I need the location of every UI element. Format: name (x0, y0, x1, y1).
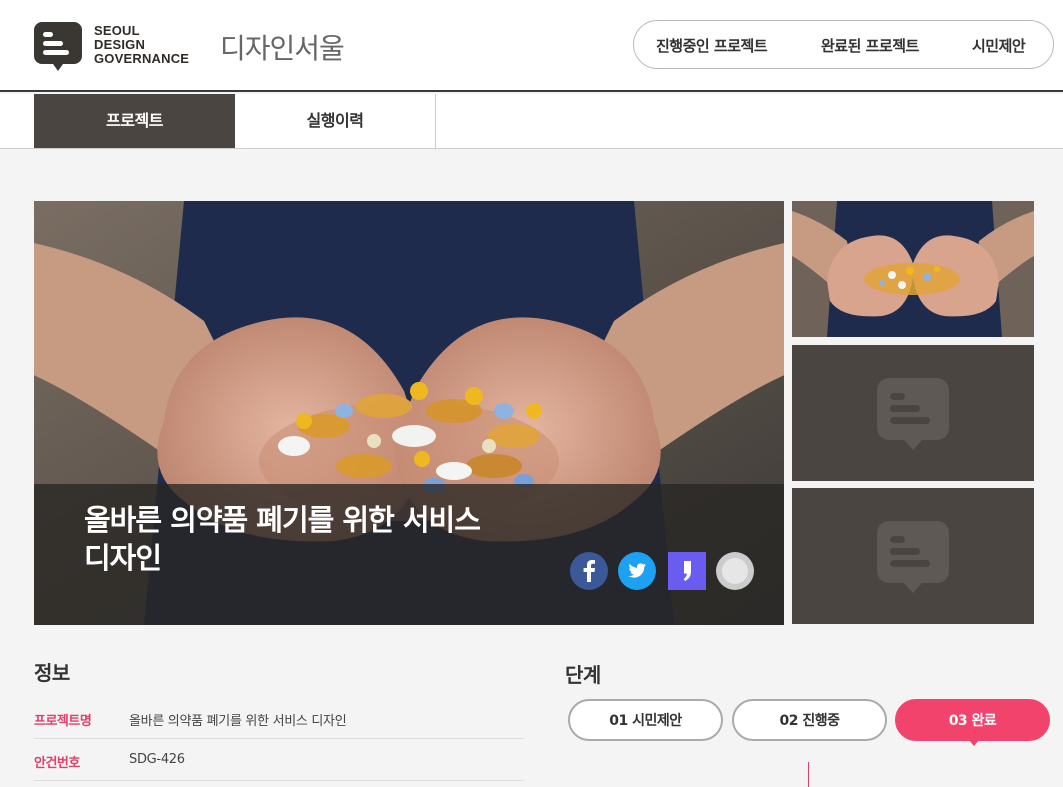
thumbnail-photo (792, 201, 1034, 337)
stage-completed[interactable]: 03 완료 (895, 699, 1050, 741)
sub-tabs: 프로젝트 실행이력 (0, 94, 1063, 149)
placeholder-logo-icon (877, 521, 949, 593)
tab-project[interactable]: 프로젝트 (34, 94, 235, 148)
link-icon[interactable] (716, 552, 754, 590)
stage-pointer (968, 739, 980, 746)
logo-line-1: SEOUL (94, 23, 140, 38)
thumbnail-3[interactable] (792, 488, 1034, 624)
logo-icon[interactable] (34, 22, 82, 72)
timeline-line (808, 762, 809, 787)
nav-ongoing-projects[interactable]: 진행중인 프로젝트 (656, 35, 768, 56)
logo-text[interactable]: SEOUL DESIGN GOVERNANCE (94, 24, 189, 66)
info-heading: 정보 (34, 661, 70, 685)
hero-title: 올바른 의약품 폐기를 위한 서비스 디자인 (84, 503, 481, 575)
nav-citizen-proposal[interactable]: 시민제안 (972, 35, 1026, 56)
info-label: 프로젝트명 (34, 714, 92, 729)
thumbnail-1[interactable] (792, 201, 1034, 337)
info-value: SDG-426 (129, 752, 185, 767)
nav-completed-projects[interactable]: 완료된 프로젝트 (821, 35, 919, 56)
pinboard-comma-icon[interactable] (668, 552, 706, 590)
stage-heading: 단계 (565, 663, 601, 687)
info-value: 올바른 의약품 폐기를 위한 서비스 디자인 (129, 714, 347, 729)
tab-history[interactable]: 실행이력 (235, 94, 436, 148)
logo-line-3: GOVERNANCE (94, 51, 190, 66)
site-title[interactable]: 디자인서울 (220, 27, 345, 67)
stage-citizen-proposal[interactable]: 01 시민제안 (568, 699, 723, 741)
site-header: SEOUL DESIGN GOVERNANCE 디자인서울 진행중인 프로젝트 … (0, 0, 1063, 92)
thumbnail-2[interactable] (792, 345, 1034, 481)
logo-line-2: DESIGN (94, 37, 146, 52)
twitter-icon[interactable] (618, 552, 656, 590)
facebook-icon[interactable] (570, 552, 608, 590)
info-row-project-name: 프로젝트명 올바른 의약품 폐기를 위한 서비스 디자인 (34, 697, 524, 739)
top-nav: 진행중인 프로젝트 완료된 프로젝트 시민제안 (633, 20, 1054, 69)
info-row-agenda-number: 안건번호 SDG-426 (34, 739, 524, 781)
stage-in-progress[interactable]: 02 진행중 (732, 699, 887, 741)
info-label: 안건번호 (34, 756, 80, 771)
placeholder-logo-icon (877, 378, 949, 450)
